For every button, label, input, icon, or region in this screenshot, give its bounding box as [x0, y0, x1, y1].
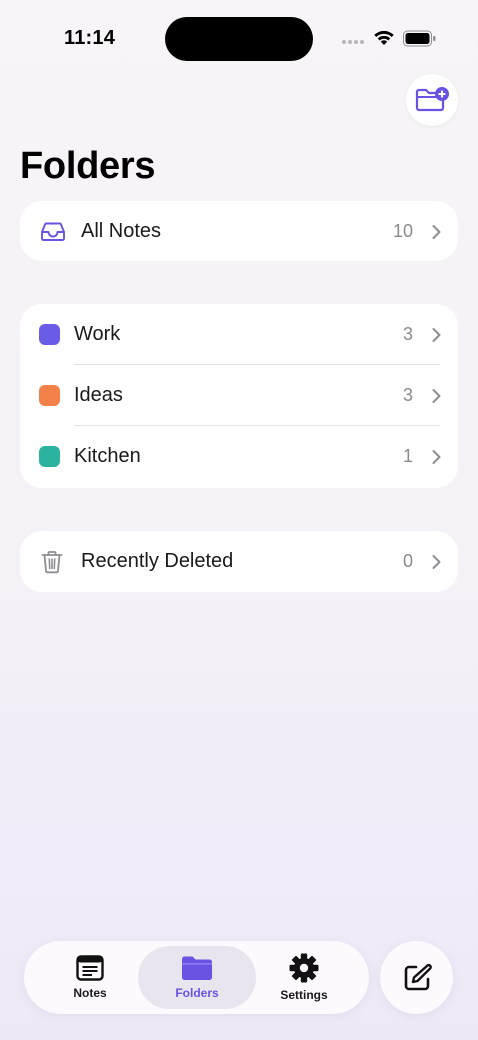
folder-plus-icon	[415, 87, 449, 112]
recently-deleted-card: Recently Deleted 0	[20, 531, 458, 592]
trash-icon	[41, 550, 63, 573]
all-notes-card: All Notes 10	[20, 201, 458, 261]
folder-row-kitchen[interactable]: Kitchen 1	[20, 426, 458, 487]
wifi-icon	[374, 30, 394, 45]
chevron-right-icon	[432, 327, 441, 342]
all-notes-count: 10	[392, 221, 413, 241]
chevron-right-icon	[432, 224, 441, 239]
folder-count: 1	[402, 446, 413, 466]
cellular-signal-icon	[342, 40, 364, 44]
folder-color-swatch	[39, 385, 60, 406]
tab-folders-label: Folders	[175, 986, 219, 1000]
folder-color-swatch	[39, 446, 60, 467]
folder-count: 3	[402, 385, 413, 405]
folder-label: Kitchen	[74, 445, 141, 467]
folder-count: 3	[402, 324, 413, 344]
compose-icon	[404, 963, 432, 990]
chevron-right-icon	[432, 554, 441, 569]
battery-icon	[403, 30, 436, 47]
folder-label: Ideas	[74, 384, 123, 406]
folder-icon	[182, 956, 212, 980]
folder-color-swatch	[39, 324, 60, 345]
page-title: Folders	[20, 145, 156, 187]
tray-icon	[41, 222, 65, 241]
folders-list-card: Work 3 Ideas 3 Kitchen 1	[20, 304, 458, 488]
folder-row-work[interactable]: Work 3	[20, 304, 458, 365]
tab-notes-label: Notes	[73, 986, 107, 1000]
tab-folders[interactable]: Folders	[138, 946, 256, 1009]
tab-settings[interactable]: Settings	[245, 946, 363, 1009]
recently-deleted-count: 0	[402, 551, 413, 571]
compose-note-button[interactable]	[380, 941, 453, 1014]
recently-deleted-row[interactable]: Recently Deleted 0	[20, 531, 458, 592]
chevron-right-icon	[432, 449, 441, 464]
chevron-right-icon	[432, 388, 441, 403]
tab-notes[interactable]: Notes	[31, 946, 149, 1009]
folder-label: Work	[74, 323, 121, 345]
dynamic-island	[165, 17, 313, 61]
tab-settings-label: Settings	[280, 988, 328, 1002]
status-time: 11:14	[64, 27, 116, 49]
tab-bar: Notes Folders Settings	[24, 941, 369, 1014]
gear-icon	[289, 953, 319, 983]
status-bar: 11:14	[0, 0, 478, 78]
recently-deleted-label: Recently Deleted	[81, 550, 234, 572]
new-folder-button[interactable]	[406, 74, 458, 126]
all-notes-row[interactable]: All Notes 10	[20, 201, 458, 262]
folder-row-ideas[interactable]: Ideas 3	[20, 365, 458, 426]
all-notes-label: All Notes	[81, 220, 162, 242]
notes-icon	[76, 955, 104, 981]
